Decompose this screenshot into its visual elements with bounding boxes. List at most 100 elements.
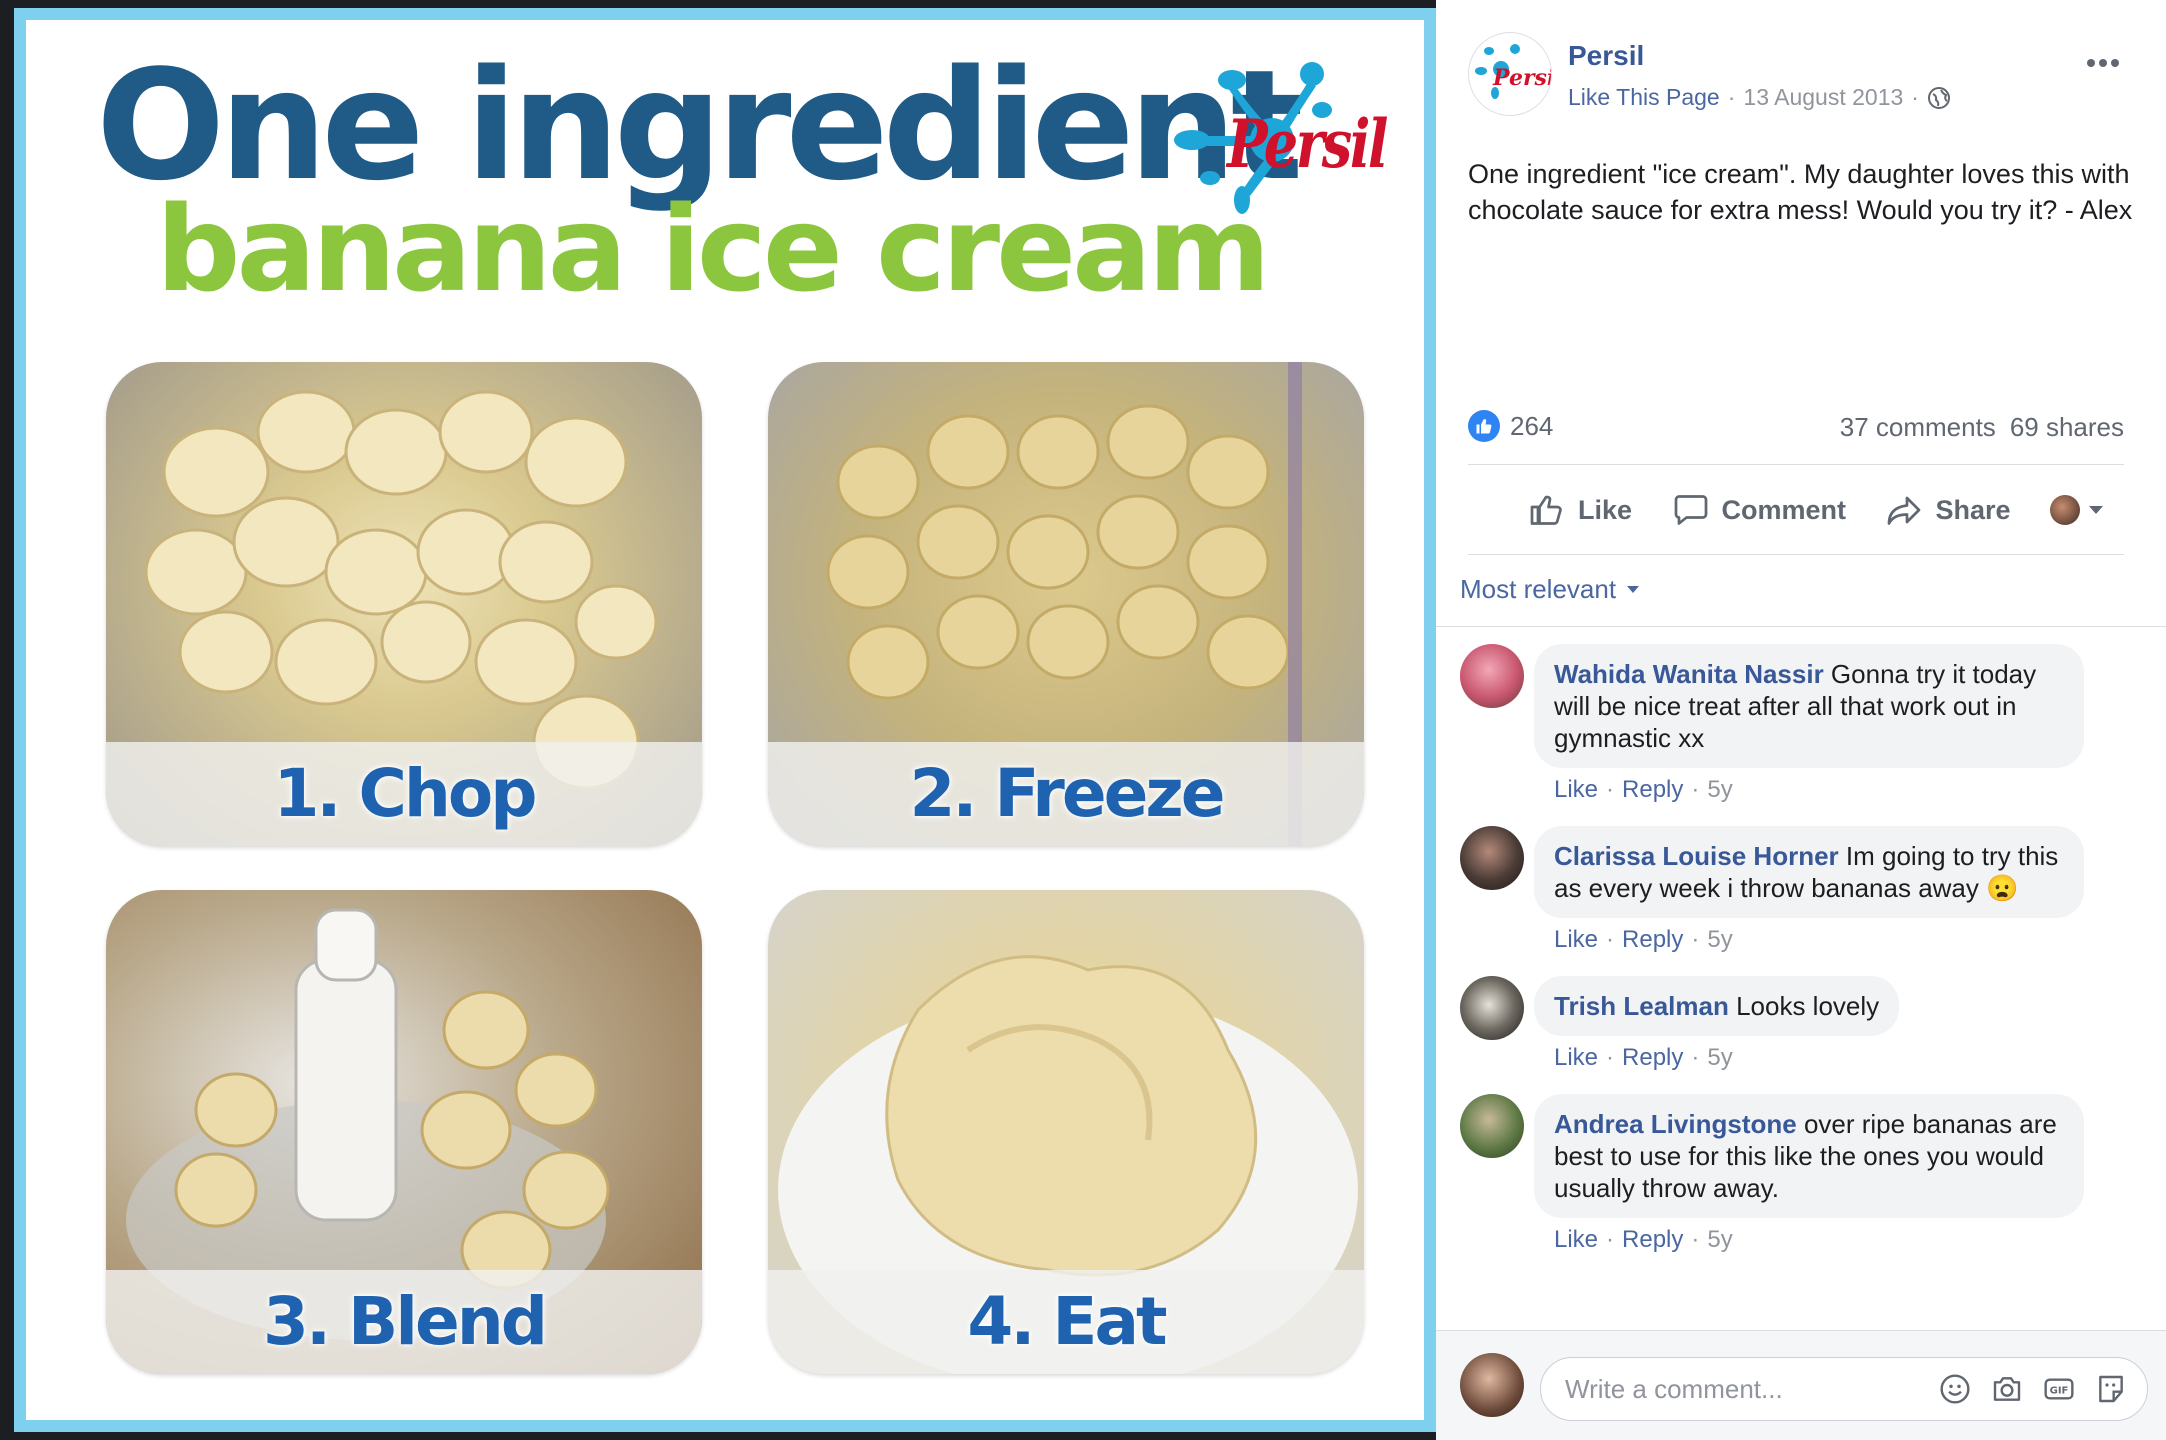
comment-actions: Like · Reply · 5y — [1534, 918, 2150, 954]
like-button[interactable]: Like — [1528, 492, 1632, 528]
step-label-eat: 4. Eat — [967, 1283, 1167, 1360]
share-button[interactable]: Share — [1885, 492, 2011, 528]
reactions-summary[interactable]: 264 — [1468, 410, 1553, 442]
step-eat-photo: 4. Eat — [768, 890, 1364, 1374]
comment-age[interactable]: 5y — [1707, 926, 1732, 954]
comment-actions: Like · Reply · 5y — [1534, 768, 2150, 804]
comment-author-link[interactable]: Clarissa Louise Horner — [1554, 841, 1839, 871]
commenter-avatar[interactable] — [1460, 644, 1524, 708]
caret-down-icon — [1627, 586, 1640, 593]
more-options-button[interactable] — [2086, 42, 2120, 76]
comment-composer: GIF — [1436, 1330, 2166, 1440]
persil-avatar-icon: Persil — [1475, 44, 1552, 99]
comments-count-link[interactable]: 37 comments — [1840, 412, 1996, 443]
comment-sort-dropdown[interactable]: Most relevant — [1460, 574, 1640, 605]
comment-age[interactable]: 5y — [1707, 776, 1732, 804]
separator: · — [1606, 926, 1615, 953]
sort-label: Most relevant — [1460, 574, 1617, 604]
step-label-blend: 3. Blend — [263, 1283, 548, 1360]
comment-bubble: Clarissa Louise Horner Im going to try t… — [1534, 826, 2084, 918]
divider — [1468, 554, 2124, 555]
comment-input-box[interactable]: GIF — [1540, 1357, 2148, 1421]
like-reaction-icon — [1468, 410, 1500, 442]
comment-age[interactable]: 5y — [1707, 1044, 1732, 1072]
persil-logo-text: Persil — [1227, 105, 1388, 183]
page-avatar[interactable]: Persil — [1468, 32, 1552, 116]
like-button-label: Like — [1578, 494, 1633, 525]
shares-count-link[interactable]: 69 shares — [2010, 412, 2124, 443]
reaction-count: 264 — [1510, 410, 1554, 441]
separator: · — [1691, 776, 1700, 803]
separator: · — [1606, 776, 1615, 803]
step-chop-photo: 1. Chop — [106, 362, 702, 846]
comment-reply-link[interactable]: Reply — [1622, 776, 1683, 804]
divider — [1468, 464, 2124, 465]
persil-avatar-text: Persil — [1492, 65, 1552, 91]
commenter-avatar[interactable] — [1460, 976, 1524, 1040]
comment-reply-link[interactable]: Reply — [1622, 1044, 1683, 1072]
comment-bubble: Trish Lealman Looks lovely — [1534, 976, 1900, 1036]
post-text: One ingredient "ice cream". My daughter … — [1468, 159, 2133, 225]
step-label-freeze: 2. Freeze — [909, 755, 1225, 832]
like-page-link[interactable]: Like This Page — [1568, 84, 1720, 111]
page-name-link[interactable]: Persil — [1568, 40, 1644, 72]
camera-icon[interactable] — [1991, 1373, 2023, 1405]
step-freeze-photo: 2. Freeze — [768, 362, 1364, 846]
sticker-icon[interactable] — [2095, 1373, 2127, 1405]
post-image[interactable]: One ingredient banana ice cream Persil 1… — [26, 20, 1424, 1420]
comment-author-link[interactable]: Wahida Wanita Nassir — [1554, 659, 1824, 689]
share-button-label: Share — [1935, 494, 2011, 525]
post-date[interactable]: 13 August 2013 — [1743, 84, 1903, 111]
emoji-icon[interactable] — [1939, 1373, 1971, 1405]
comment-item: Wahida Wanita Nassir Gonna try it today … — [1460, 644, 2150, 804]
comments-list: Wahida Wanita Nassir Gonna try it today … — [1460, 644, 2150, 1324]
share-arrow-icon — [1888, 496, 1921, 525]
thumbs-up-icon — [1476, 419, 1492, 434]
comment-reply-link[interactable]: Reply — [1622, 1226, 1683, 1254]
meta-separator: · — [1727, 84, 1736, 110]
comment-bubble: Wahida Wanita Nassir Gonna try it today … — [1534, 644, 2084, 768]
comment-button-label: Comment — [1721, 494, 1847, 525]
comment-text: Looks lovely — [1736, 991, 1880, 1021]
step-label-chop: 1. Chop — [273, 755, 538, 832]
comment-item: Andrea Livingstone over ripe bananas are… — [1460, 1094, 2150, 1254]
comment-like-link[interactable]: Like — [1554, 1044, 1598, 1072]
post-meta: Like This Page · 13 August 2013 · — [1568, 84, 1951, 111]
comment-actions: Like · Reply · 5y — [1534, 1218, 2150, 1254]
separator: · — [1691, 1044, 1700, 1071]
comment-age[interactable]: 5y — [1707, 1226, 1732, 1254]
comment-as-selector[interactable] — [2050, 495, 2104, 525]
engagement-counts: 37 comments 69 shares — [1840, 412, 2124, 443]
globe-icon[interactable] — [1927, 86, 1951, 110]
comment-input[interactable] — [1565, 1373, 1939, 1405]
comment-item: Trish Lealman Looks lovely Like · Reply · … — [1460, 976, 2150, 1072]
image-title-line2: banana ice cream — [156, 180, 1271, 318]
persil-logo: Persil — [1172, 60, 1402, 220]
post-sidebar: Persil Persil Like This Page · 13 August… — [1436, 0, 2166, 1440]
comment-reply-link[interactable]: Reply — [1622, 926, 1683, 954]
divider — [1436, 626, 2166, 627]
comment-bubble-icon — [1674, 495, 1707, 525]
more-horizontal-icon — [2087, 59, 2119, 67]
gif-icon[interactable]: GIF — [2043, 1373, 2075, 1405]
comment-bubble: Andrea Livingstone over ripe bananas are… — [1534, 1094, 2084, 1218]
thumbs-up-outline-icon — [1530, 495, 1562, 525]
svg-text:GIF: GIF — [2050, 1386, 2069, 1397]
comment-item: Clarissa Louise Horner Im going to try t… — [1460, 826, 2150, 954]
separator: · — [1691, 926, 1700, 953]
post-image-frame[interactable]: One ingredient banana ice cream Persil 1… — [14, 8, 1436, 1432]
user-avatar — [2050, 495, 2080, 525]
comment-like-link[interactable]: Like — [1554, 1226, 1598, 1254]
commenter-avatar[interactable] — [1460, 826, 1524, 890]
comment-author-link[interactable]: Trish Lealman — [1554, 991, 1729, 1021]
composer-icons: GIF — [1939, 1373, 2127, 1405]
separator: · — [1606, 1044, 1615, 1071]
comment-button[interactable]: Comment — [1672, 492, 1847, 528]
comment-author-link[interactable]: Andrea Livingstone — [1554, 1109, 1797, 1139]
comment-like-link[interactable]: Like — [1554, 776, 1598, 804]
commenter-avatar[interactable] — [1460, 1094, 1524, 1158]
caret-down-icon — [2089, 506, 2103, 514]
meta-separator: · — [1911, 84, 1919, 110]
step-blend-photo: 3. Blend — [106, 890, 702, 1374]
comment-like-link[interactable]: Like — [1554, 926, 1598, 954]
